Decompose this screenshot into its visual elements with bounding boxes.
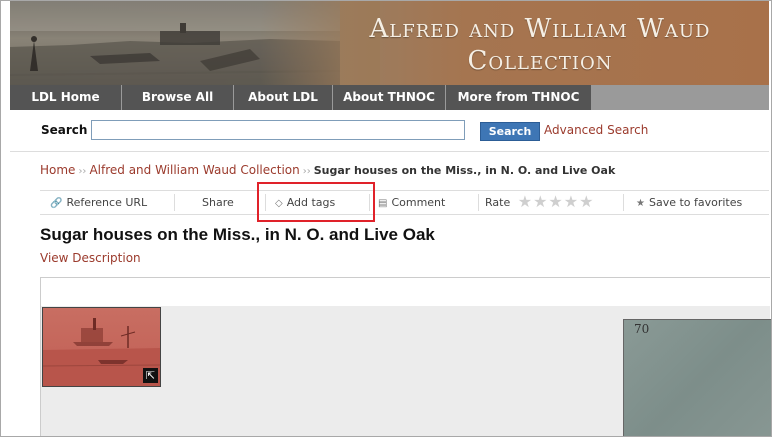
search-button[interactable]: Search (480, 122, 540, 141)
share-label: Share (202, 196, 234, 209)
advanced-search-link[interactable]: Advanced Search (544, 123, 648, 137)
collection-banner: Alfred and William Waud Collection (10, 1, 769, 85)
collection-title-line1: Alfred and William Waud (369, 14, 711, 44)
toolbar-divider (174, 194, 175, 211)
reference-url-button[interactable]: 🔗 Reference URL (50, 191, 147, 214)
breadcrumb-separator: ›› (78, 166, 87, 177)
nav-item-about-ldl[interactable]: About LDL (234, 85, 333, 110)
main-navigation: LDL Home Browse All About LDL About THNO… (10, 85, 769, 110)
reference-url-label: Reference URL (66, 196, 148, 209)
viewer-header (40, 277, 770, 307)
share-button[interactable]: Share (202, 191, 234, 214)
breadcrumb-current: Sugar houses on the Miss., in N. O. and … (313, 164, 616, 177)
rating-star-1[interactable]: ★ (518, 193, 532, 210)
toolbar-divider (478, 194, 479, 211)
view-description-link[interactable]: View Description (40, 251, 141, 265)
search-label: Search (41, 123, 88, 137)
rating-star-2[interactable]: ★ (533, 193, 547, 210)
comment-label: Comment (391, 196, 446, 209)
toolbar-divider (623, 194, 624, 211)
save-to-favorites-button[interactable]: ★ Save to favorites (636, 191, 742, 214)
breadcrumb: Home ›› Alfred and William Waud Collection… (40, 163, 615, 177)
nav-item-more-from-thnoc[interactable]: More from THNOC (446, 85, 592, 110)
header-divider (10, 151, 769, 152)
rating-star-4[interactable]: ★ (564, 193, 578, 210)
nav-item-about-thnoc[interactable]: About THNOC (333, 85, 446, 110)
item-toolbar: 🔗 Reference URL Share ◇ Add tags ▤ Comment … (40, 190, 769, 215)
expand-arrow-icon[interactable]: ⇱ (143, 368, 158, 383)
rate-label: Rate (485, 196, 511, 209)
item-title: Sugar houses on the Miss., in N. O. and … (40, 225, 435, 244)
comment-icon: ▤ (378, 198, 388, 209)
star-icon: ★ (636, 198, 645, 209)
breadcrumb-collection[interactable]: Alfred and William Waud Collection (89, 163, 299, 177)
collection-title: Alfred and William Waud Collection (310, 13, 769, 77)
scan-number: 70 (634, 322, 650, 336)
browser-frame: Alfred and William Waud Collection LDL H… (0, 0, 772, 437)
comment-button[interactable]: ▤ Comment (378, 191, 445, 214)
link-icon: 🔗 (50, 198, 63, 209)
search-input[interactable] (91, 120, 465, 140)
breadcrumb-separator: ›› (302, 166, 311, 177)
rating-stars: ★★★★★ (518, 192, 595, 215)
rate-control: Rate ★★★★★ (485, 191, 594, 214)
save-to-favorites-label: Save to favorites (648, 196, 743, 209)
nav-item-ldl-home[interactable]: LDL Home (10, 85, 122, 110)
collection-title-line2: Collection (467, 46, 613, 76)
breadcrumb-home[interactable]: Home (40, 163, 75, 177)
nav-item-browse-all[interactable]: Browse All (122, 85, 234, 110)
large-image-preview[interactable]: 70 (623, 319, 771, 436)
add-tags-highlight (257, 182, 375, 222)
rating-star-3[interactable]: ★ (548, 193, 562, 210)
rating-star-5[interactable]: ★ (579, 193, 593, 210)
